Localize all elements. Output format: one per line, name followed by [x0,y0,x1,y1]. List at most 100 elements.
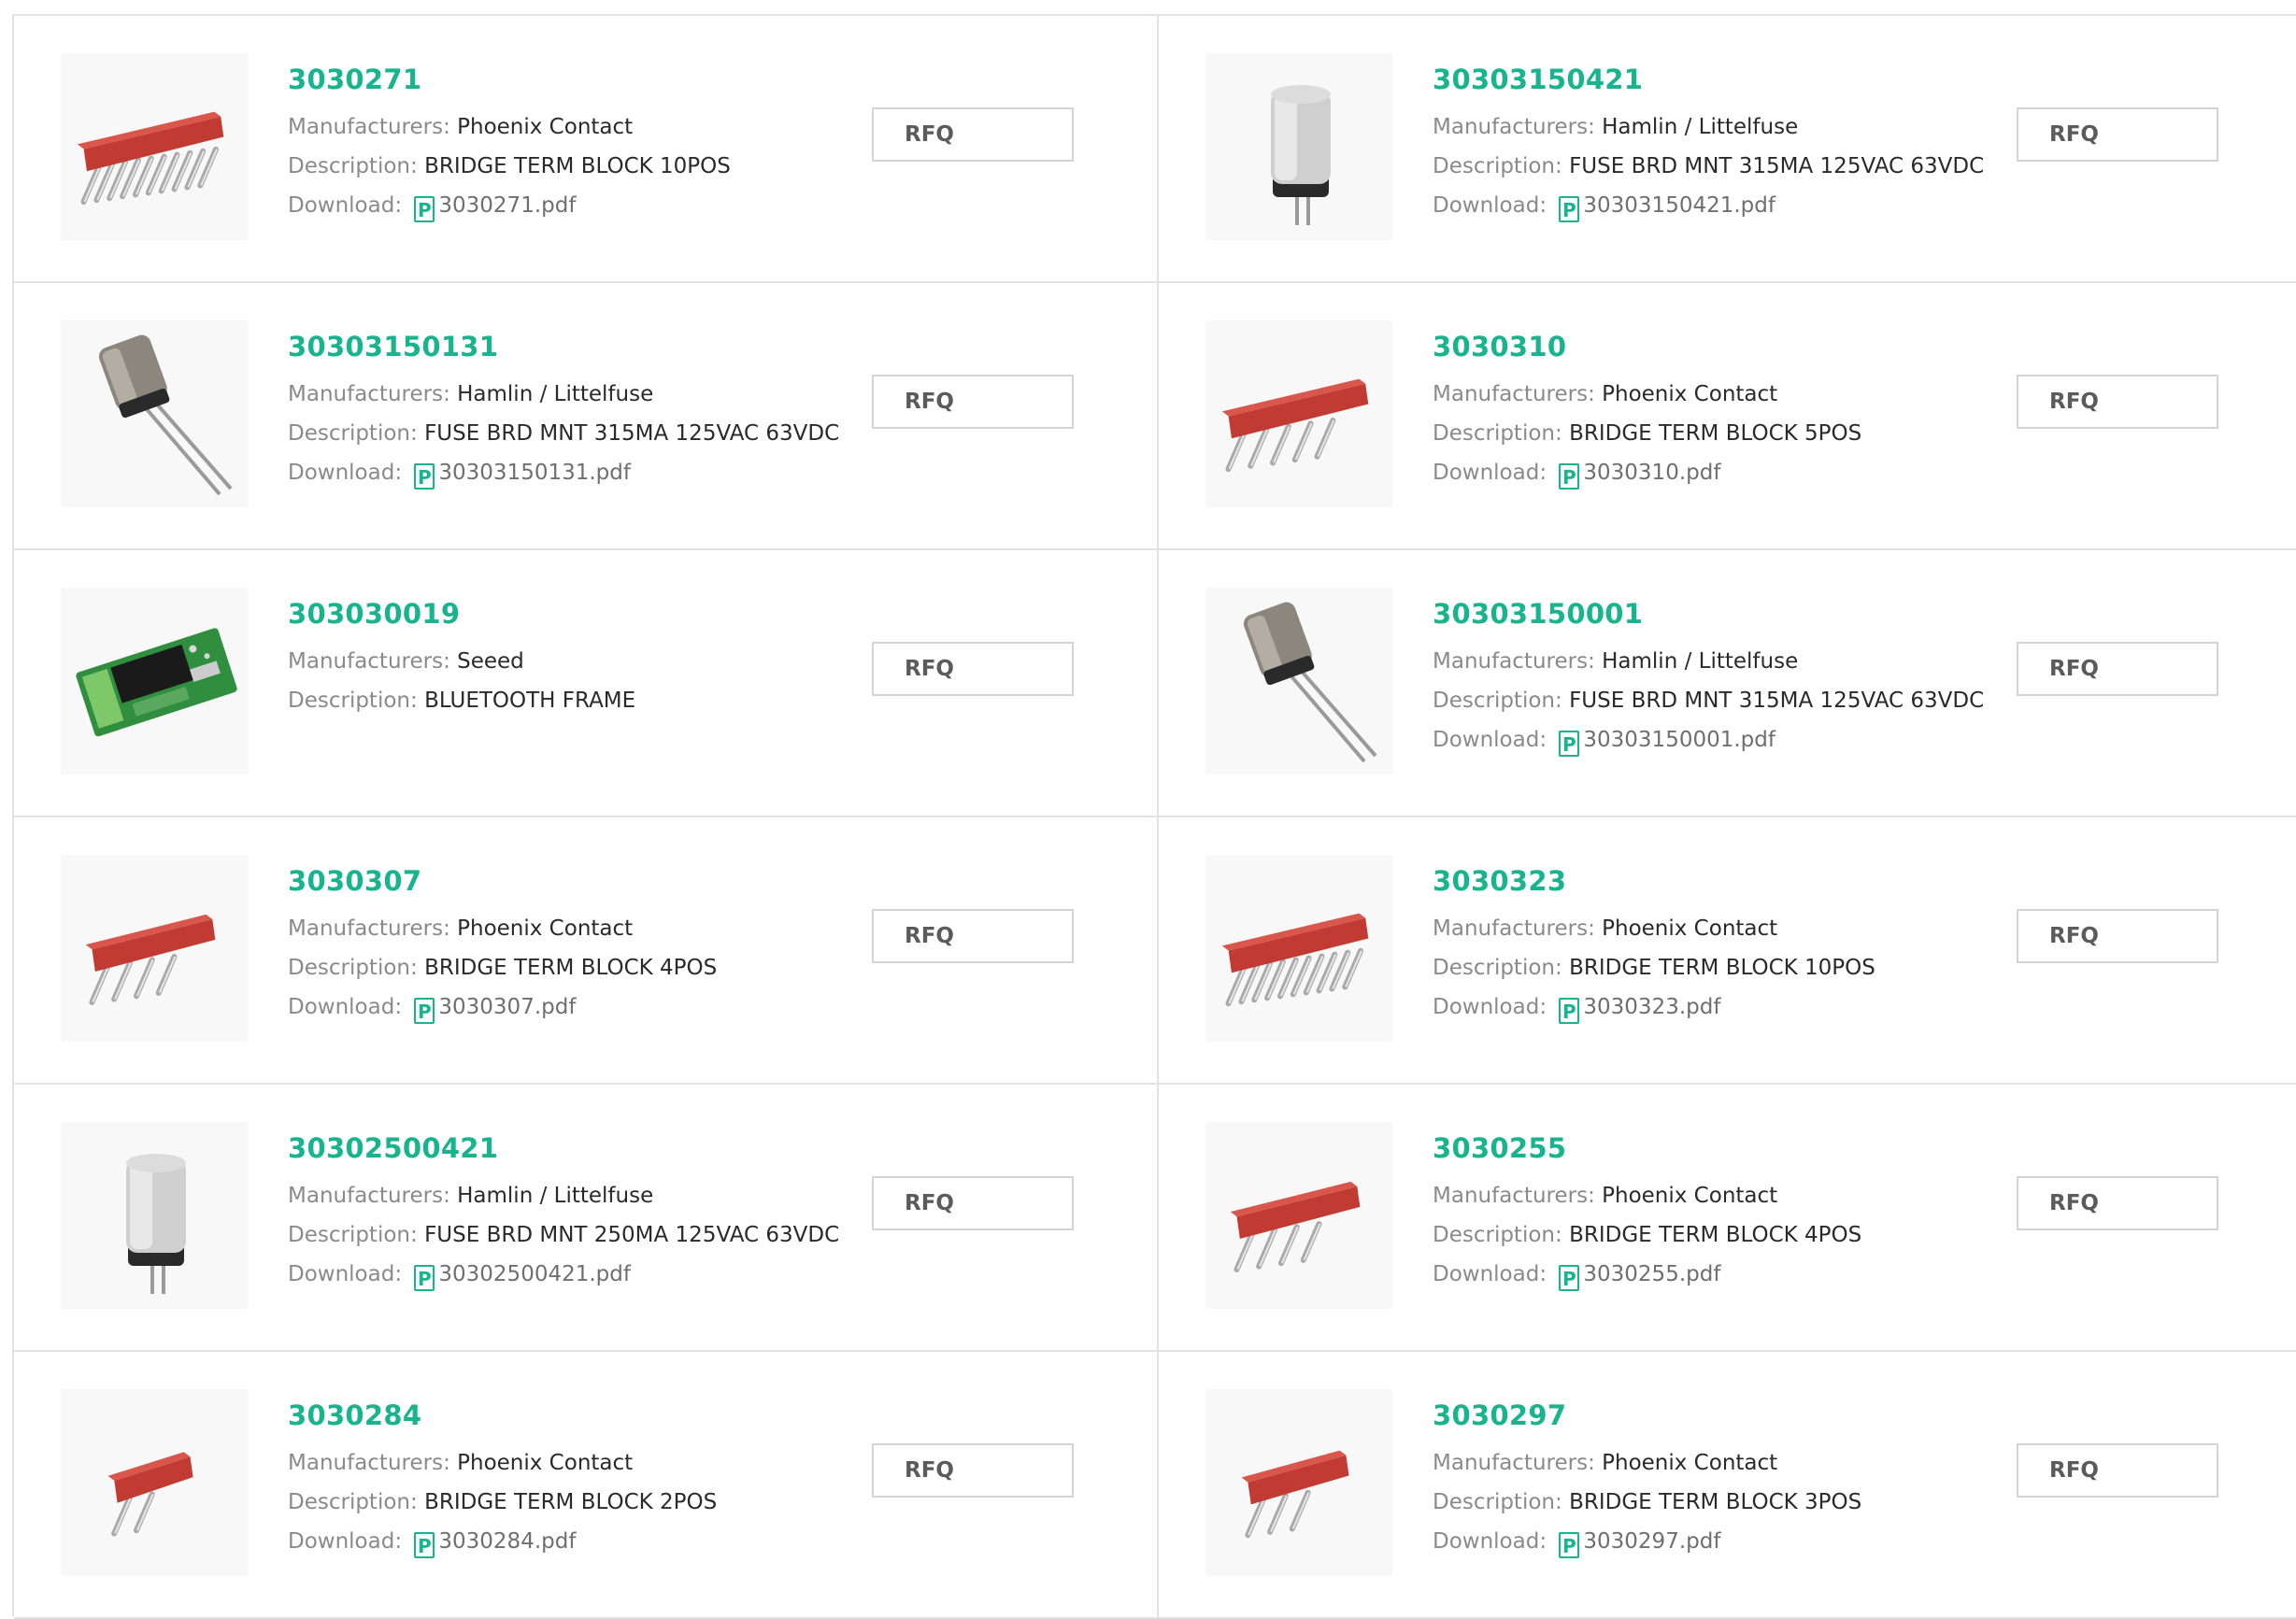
part-number-link[interactable]: 30302500421 [288,1131,839,1165]
part-number-link[interactable]: 3030307 [288,864,717,898]
datasheet-link[interactable]: 3030307.pdf [438,995,576,1019]
pdf-icon[interactable]: P [414,196,435,222]
product-image[interactable] [61,53,248,240]
manufacturer-label: Manufacturers: [288,115,458,139]
product-info: 30303150131 Manufacturers: Hamlin / Litt… [288,330,839,492]
download-label: Download: [288,193,403,218]
description-value: FUSE BRD MNT 315MA 125VAC 63VDC [424,421,840,446]
manufacturer-value: Phoenix Contact [1602,1451,1778,1475]
description-row: Description: BLUETOOTH FRAME [288,681,635,720]
manufacturer-row: Manufacturers: Phoenix Contact [1433,1443,1861,1483]
download-label: Download: [288,1262,403,1286]
pdf-icon[interactable]: P [1559,463,1580,490]
datasheet-link[interactable]: 3030271.pdf [438,193,576,218]
datasheet-link[interactable]: 30302500421.pdf [438,1262,631,1286]
product-image[interactable] [1205,855,1392,1042]
download-row: Download: P 3030284.pdf [288,1522,717,1561]
product-image[interactable] [61,1122,248,1309]
part-number-link[interactable]: 30303150131 [288,330,839,363]
product-card: 3030297 Manufacturers: Phoenix Contact D… [1159,1352,2296,1619]
rfq-button[interactable]: RFQ [2017,107,2218,162]
manufacturer-value: Phoenix Contact [457,115,634,139]
product-card: 3030310 Manufacturers: Phoenix Contact D… [1159,283,2296,550]
product-image[interactable] [1205,1389,1392,1576]
rfq-button[interactable]: RFQ [872,642,1074,696]
product-card: 3030307 Manufacturers: Phoenix Contact D… [14,817,1159,1085]
part-number-link[interactable]: 30303150421 [1433,63,1984,96]
download-row: Download: P 3030310.pdf [1433,453,1861,492]
description-label: Description: [1433,154,1570,178]
pdf-icon[interactable]: P [414,998,435,1024]
download-label: Download: [288,461,403,485]
rfq-button[interactable]: RFQ [2017,909,2218,963]
rfq-button[interactable]: RFQ [2017,1443,2218,1498]
datasheet-link[interactable]: 30303150131.pdf [438,461,631,485]
datasheet-link[interactable]: 3030284.pdf [438,1529,576,1554]
rfq-button[interactable]: RFQ [872,909,1074,963]
product-image[interactable] [1205,588,1392,774]
product-image[interactable] [61,1389,248,1576]
pdf-icon[interactable]: P [414,1532,435,1558]
manufacturer-label: Manufacturers: [288,382,458,406]
manufacturer-value: Hamlin / Littelfuse [1602,649,1799,674]
datasheet-link[interactable]: 3030323.pdf [1583,995,1720,1019]
rfq-button[interactable]: RFQ [872,375,1074,429]
product-info: 3030307 Manufacturers: Phoenix Contact D… [288,864,717,1027]
product-image[interactable] [1205,53,1392,240]
description-row: Description: FUSE BRD MNT 315MA 125VAC 6… [1433,681,1984,720]
manufacturer-value: Phoenix Contact [457,1451,634,1475]
part-number-link[interactable]: 3030284 [288,1399,717,1432]
download-label: Download: [288,995,403,1019]
description-value: FUSE BRD MNT 250MA 125VAC 63VDC [424,1223,840,1247]
manufacturer-label: Manufacturers: [1433,916,1603,941]
pdf-icon[interactable]: P [1559,998,1580,1024]
rfq-button[interactable]: RFQ [2017,642,2218,696]
product-info: 3030271 Manufacturers: Phoenix Contact D… [288,63,731,225]
product-info: 30302500421 Manufacturers: Hamlin / Litt… [288,1131,839,1294]
product-image[interactable] [1205,1122,1392,1309]
part-number-link[interactable]: 3030297 [1433,1399,1861,1432]
pdf-icon[interactable]: P [414,1265,435,1291]
rfq-button[interactable]: RFQ [872,107,1074,162]
product-card: 3030284 Manufacturers: Phoenix Contact D… [14,1352,1159,1619]
rfq-button[interactable]: RFQ [872,1443,1074,1498]
part-number-link[interactable]: 3030255 [1433,1131,1861,1165]
description-value: BRIDGE TERM BLOCK 10POS [424,154,731,178]
part-number-link[interactable]: 3030323 [1433,864,1875,898]
pdf-icon[interactable]: P [414,463,435,490]
description-label: Description: [1433,421,1570,446]
description-label: Description: [288,421,425,446]
manufacturer-row: Manufacturers: Phoenix Contact [1433,375,1861,414]
pdf-icon[interactable]: P [1559,196,1580,222]
rfq-button[interactable]: RFQ [2017,1176,2218,1230]
rfq-button[interactable]: RFQ [872,1176,1074,1230]
manufacturer-row: Manufacturers: Phoenix Contact [288,107,731,147]
description-row: Description: FUSE BRD MNT 315MA 125VAC 6… [1433,147,1984,186]
pdf-icon[interactable]: P [1559,731,1580,757]
part-number-link[interactable]: 3030310 [1433,330,1861,363]
manufacturer-label: Manufacturers: [1433,649,1603,674]
manufacturer-row: Manufacturers: Hamlin / Littelfuse [1433,642,1984,681]
description-label: Description: [1433,1223,1570,1247]
product-info: 3030284 Manufacturers: Phoenix Contact D… [288,1399,717,1561]
pdf-icon[interactable]: P [1559,1265,1580,1291]
product-card: 3030271 Manufacturers: Phoenix Contact D… [14,16,1159,283]
product-image[interactable] [1205,320,1392,507]
rfq-button[interactable]: RFQ [2017,375,2218,429]
datasheet-link[interactable]: 3030310.pdf [1583,461,1720,485]
part-number-link[interactable]: 3030271 [288,63,731,96]
part-number-link[interactable]: 303030019 [288,597,635,631]
download-row: Download: P 3030255.pdf [1433,1255,1861,1294]
description-label: Description: [288,956,425,980]
datasheet-link[interactable]: 30303150001.pdf [1583,728,1775,752]
manufacturer-label: Manufacturers: [288,1184,458,1208]
product-image[interactable] [61,855,248,1042]
datasheet-link[interactable]: 30303150421.pdf [1583,193,1775,218]
datasheet-link[interactable]: 3030297.pdf [1583,1529,1720,1554]
part-number-link[interactable]: 30303150001 [1433,597,1984,631]
manufacturer-row: Manufacturers: Hamlin / Littelfuse [1433,107,1984,147]
product-image[interactable] [61,320,248,507]
product-image[interactable] [61,588,248,774]
datasheet-link[interactable]: 3030255.pdf [1583,1262,1720,1286]
pdf-icon[interactable]: P [1559,1532,1580,1558]
